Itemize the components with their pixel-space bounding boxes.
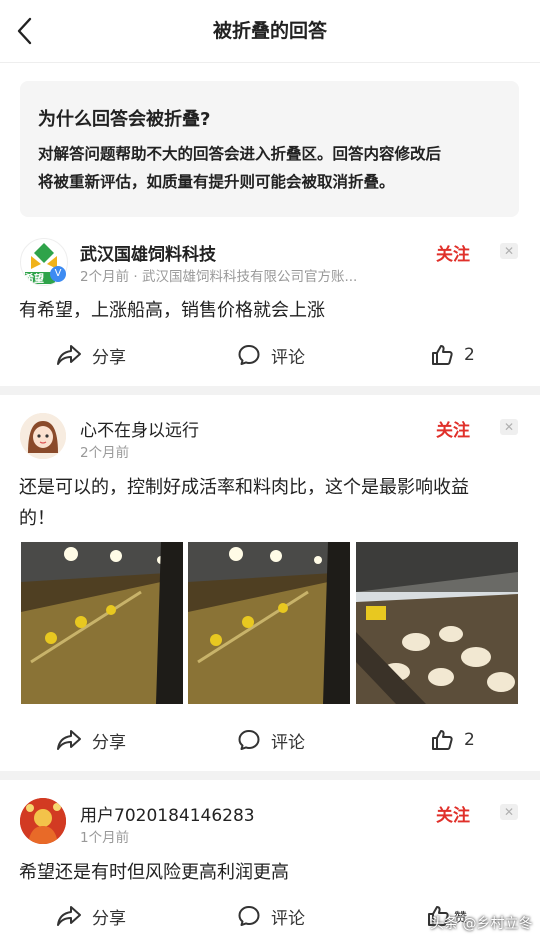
notice-title: 为什么回答会被折叠?	[38, 109, 211, 130]
follow-button[interactable]: 关注	[436, 801, 470, 826]
comment-icon	[238, 345, 260, 365]
answer-content-line: 还是可以的，控制好成活率和料肉比，这个是最影响收益	[19, 477, 469, 498]
notice-body: 对解答问题帮助不大的回答会进入折叠区。回答内容修改后 将被重新评估，如质量有提升…	[38, 140, 508, 196]
notice-body-line: 将被重新评估，如质量有提升则可能会被取消折叠。	[38, 173, 395, 191]
like-count: 2	[464, 345, 475, 365]
section-divider	[0, 771, 540, 780]
answer-content[interactable]: 有希望，上涨船高，销售价格就会上涨	[19, 295, 529, 326]
share-button[interactable]: 分享	[56, 725, 126, 755]
comment-label: 评论	[271, 732, 305, 753]
answer-meta: 2个月前	[80, 445, 130, 461]
follow-button[interactable]: 关注	[436, 240, 470, 265]
dismiss-icon[interactable]: ✕	[500, 243, 518, 259]
watermark: 头条 @乡村立冬	[430, 916, 533, 932]
fold-notice-card: 为什么回答会被折叠? 对解答问题帮助不大的回答会进入折叠区。回答内容修改后 将被…	[20, 81, 519, 217]
avatar[interactable]	[20, 413, 66, 459]
answer-content-line: 的！	[19, 508, 55, 529]
like-count: 2	[464, 730, 475, 750]
like-button[interactable]: 2	[430, 340, 475, 370]
top-nav-bar: 被折叠的回答	[0, 0, 540, 63]
answer-content[interactable]: 希望还是有时但风险更高利润更高	[19, 857, 529, 888]
follow-button[interactable]: 关注	[436, 416, 470, 441]
thumbs-up-icon	[432, 345, 453, 365]
share-button[interactable]: 分享	[56, 901, 126, 931]
comment-icon	[238, 906, 260, 926]
comment-label: 评论	[271, 347, 305, 368]
avatar-logo-text: 希望	[24, 274, 44, 285]
author-name[interactable]: 用户7020184146283	[80, 801, 255, 826]
author-name[interactable]: 武汉国雄饲料科技	[80, 240, 216, 265]
answer-action-bar: 分享 评论 2	[0, 725, 540, 755]
answer-meta: 2个月前 · 武汉国雄饲料科技有限公司官方账...	[80, 269, 358, 285]
comment-button[interactable]: 评论	[237, 901, 305, 931]
share-label: 分享	[92, 908, 126, 929]
page-title: 被折叠的回答	[212, 20, 327, 42]
comment-button[interactable]: 评论	[237, 340, 305, 370]
share-icon	[57, 906, 81, 926]
comment-icon	[238, 730, 260, 750]
avatar[interactable]	[20, 798, 66, 844]
section-divider	[0, 386, 540, 395]
answer-photo[interactable]	[356, 542, 518, 704]
share-icon	[57, 345, 81, 365]
answer-action-bar: 分享 评论 2	[0, 340, 540, 370]
verified-badge-icon: V	[50, 266, 66, 282]
comment-button[interactable]: 评论	[237, 725, 305, 755]
dismiss-icon[interactable]: ✕	[500, 419, 518, 435]
notice-body-line: 对解答问题帮助不大的回答会进入折叠区。回答内容修改后	[38, 145, 442, 163]
author-name[interactable]: 心不在身以远行	[80, 416, 199, 441]
answer-photo[interactable]	[188, 542, 350, 704]
user-avatar-icon	[20, 413, 66, 459]
thumbs-up-icon	[432, 730, 453, 750]
share-label: 分享	[92, 347, 126, 368]
dismiss-icon[interactable]: ✕	[500, 804, 518, 820]
share-label: 分享	[92, 732, 126, 753]
user-avatar-icon	[20, 798, 66, 844]
answer-meta: 1个月前	[80, 830, 130, 846]
answer-photo[interactable]	[21, 542, 183, 704]
share-icon	[57, 730, 81, 750]
answer-content[interactable]: 还是可以的，控制好成活率和料肉比，这个是最影响收益 的！	[19, 472, 529, 534]
like-button[interactable]: 2	[430, 725, 475, 755]
comment-label: 评论	[271, 908, 305, 929]
share-button[interactable]: 分享	[56, 340, 126, 370]
